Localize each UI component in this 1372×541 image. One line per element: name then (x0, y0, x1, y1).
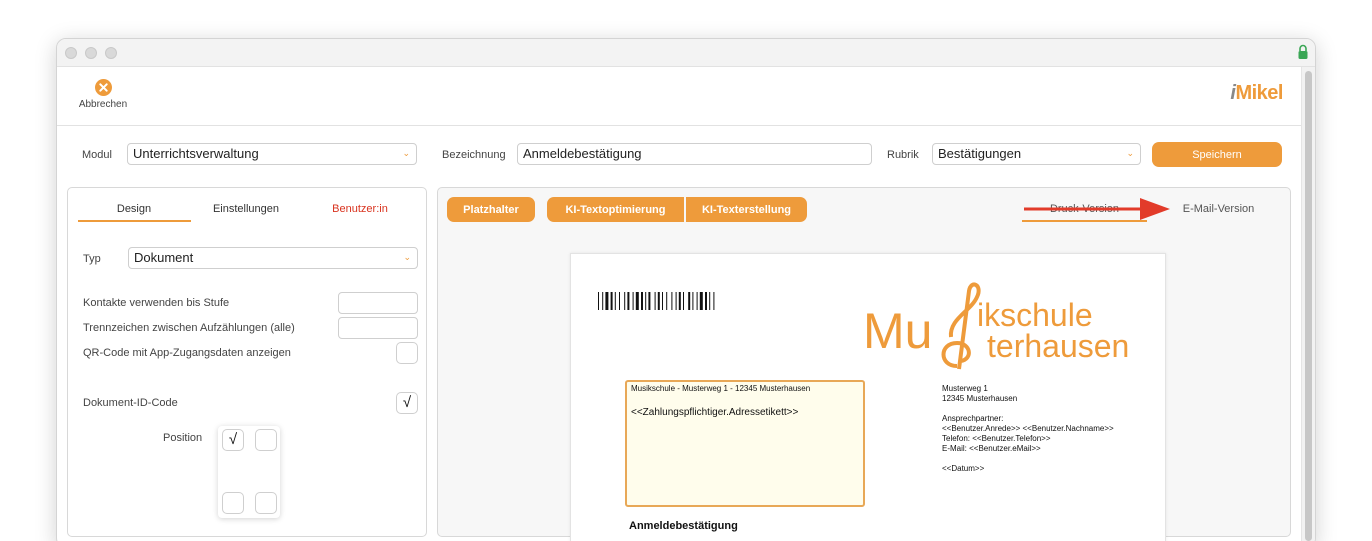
cancel-label: Abbrechen (78, 99, 128, 110)
tab-email-version[interactable]: E-Mail-Version (1156, 203, 1281, 215)
typ-select[interactable]: Dokument ⌄ (128, 247, 418, 269)
info-line: 12345 Musterhausen (942, 394, 1018, 403)
chevron-down-icon: ⌄ (403, 252, 411, 262)
typ-value: Dokument (134, 250, 194, 265)
bezeichnung-value: Anmeldebestätigung (523, 146, 642, 161)
info-line: Telefon: <<Benutzer.Telefon>> (942, 434, 1051, 443)
imikel-logo: iMikel (1230, 82, 1283, 105)
bezeichnung-input[interactable]: Anmeldebestätigung (517, 143, 872, 165)
tab-design[interactable]: Design (78, 203, 190, 215)
document-preview[interactable]: Mu ikschule terhausen Musikschule - Must… (570, 253, 1166, 541)
info-line: Musterweg 1 (942, 384, 988, 393)
position-top-left-checkbox[interactable]: √ (222, 429, 244, 451)
logo-mu: Mu (863, 303, 932, 359)
rubrik-value: Bestätigungen (938, 146, 1022, 161)
info-line: <<Datum>> (942, 464, 985, 473)
annotation-arrow-icon (1024, 198, 1170, 220)
window-titlebar (57, 39, 1315, 67)
vertical-scrollbar[interactable] (1301, 67, 1315, 541)
address-placeholder: <<Zahlungspflichtiger.Adressetikett>> (631, 407, 799, 418)
info-line: <<Benutzer.Anrede>> <<Benutzer.Nachname>… (942, 424, 1114, 433)
info-spacer (942, 454, 1114, 464)
modul-select[interactable]: Unterrichtsverwaltung ⌄ (127, 143, 417, 165)
barcode-icon (598, 292, 715, 310)
template-form-row: Modul Unterrichtsverwaltung ⌄ Bezeichnun… (57, 127, 1303, 185)
chevron-down-icon: ⌄ (1126, 148, 1134, 158)
ki-textoptimierung-button[interactable]: KI-Textoptimierung (547, 197, 684, 222)
sender-line: Musikschule - Musterweg 1 - 12345 Muster… (631, 384, 811, 393)
kontakte-input[interactable] (338, 292, 418, 314)
musikschule-logo: Mu ikschule terhausen (863, 282, 1129, 370)
position-bottom-left-checkbox[interactable] (222, 492, 244, 514)
preview-panel: Platzhalter KI-Textoptimierung KI-Texter… (437, 187, 1291, 541)
position-top-right-checkbox[interactable] (255, 429, 277, 451)
modul-value: Unterrichtsverwaltung (133, 146, 259, 161)
docid-checkbox[interactable]: √ (396, 392, 418, 414)
info-line: E-Mail: <<Benutzer.eMail>> (942, 444, 1041, 453)
rubrik-select[interactable]: Bestätigungen ⌄ (932, 143, 1141, 165)
tab-einstellungen[interactable]: Einstellungen (190, 203, 302, 215)
minimize-window-button[interactable] (85, 47, 97, 59)
typ-label: Typ (83, 253, 101, 265)
position-grid: √ (218, 426, 280, 518)
rubrik-label: Rubrik (887, 149, 919, 161)
document-title: Anmeldebestätigung (629, 520, 738, 532)
trennzeichen-input[interactable] (338, 317, 418, 339)
zoom-window-button[interactable] (105, 47, 117, 59)
scrollbar-thumb[interactable] (1305, 71, 1312, 541)
logo-line2: terhausen (987, 328, 1129, 364)
address-box[interactable]: Musikschule - Musterweg 1 - 12345 Muster… (625, 380, 865, 507)
modul-label: Modul (82, 149, 112, 161)
ki-texterstellung-button[interactable]: KI-Texterstellung (686, 197, 807, 222)
toolbar: Abbrechen iMikel (57, 67, 1303, 126)
kontakte-label: Kontakte verwenden bis Stufe (83, 297, 230, 309)
docid-label: Dokument-ID-Code (83, 397, 178, 409)
settings-panel: Design Einstellungen Benutzer:in Typ Dok… (67, 187, 427, 537)
tab-benutzer[interactable]: Benutzer:in (302, 203, 418, 215)
position-bottom-right-checkbox[interactable] (255, 492, 277, 514)
sender-info-block: Musterweg 1 12345 Musterhausen Ansprechp… (942, 384, 1114, 474)
info-spacer (942, 404, 1114, 414)
info-line: Ansprechpartner: (942, 414, 1004, 423)
trennzeichen-label: Trennzeichen zwischen Aufzählungen (alle… (83, 322, 295, 334)
qr-checkbox[interactable] (396, 342, 418, 364)
qr-label: QR-Code mit App-Zugangsdaten anzeigen (83, 347, 291, 359)
cancel-button[interactable]: Abbrechen (75, 79, 131, 110)
bezeichnung-label: Bezeichnung (442, 149, 506, 161)
chevron-down-icon: ⌄ (402, 148, 410, 158)
position-label: Position (163, 432, 203, 444)
active-tab-indicator (78, 220, 191, 222)
platzhalter-button[interactable]: Platzhalter (447, 197, 535, 222)
logo-text: Mikel (1235, 82, 1283, 104)
close-window-button[interactable] (65, 47, 77, 59)
app-window: Abbrechen iMikel Modul Unterrichtsverwal… (56, 38, 1316, 541)
lock-icon (1298, 44, 1308, 59)
save-button[interactable]: Speichern (1152, 142, 1282, 167)
cancel-icon (94, 79, 112, 96)
